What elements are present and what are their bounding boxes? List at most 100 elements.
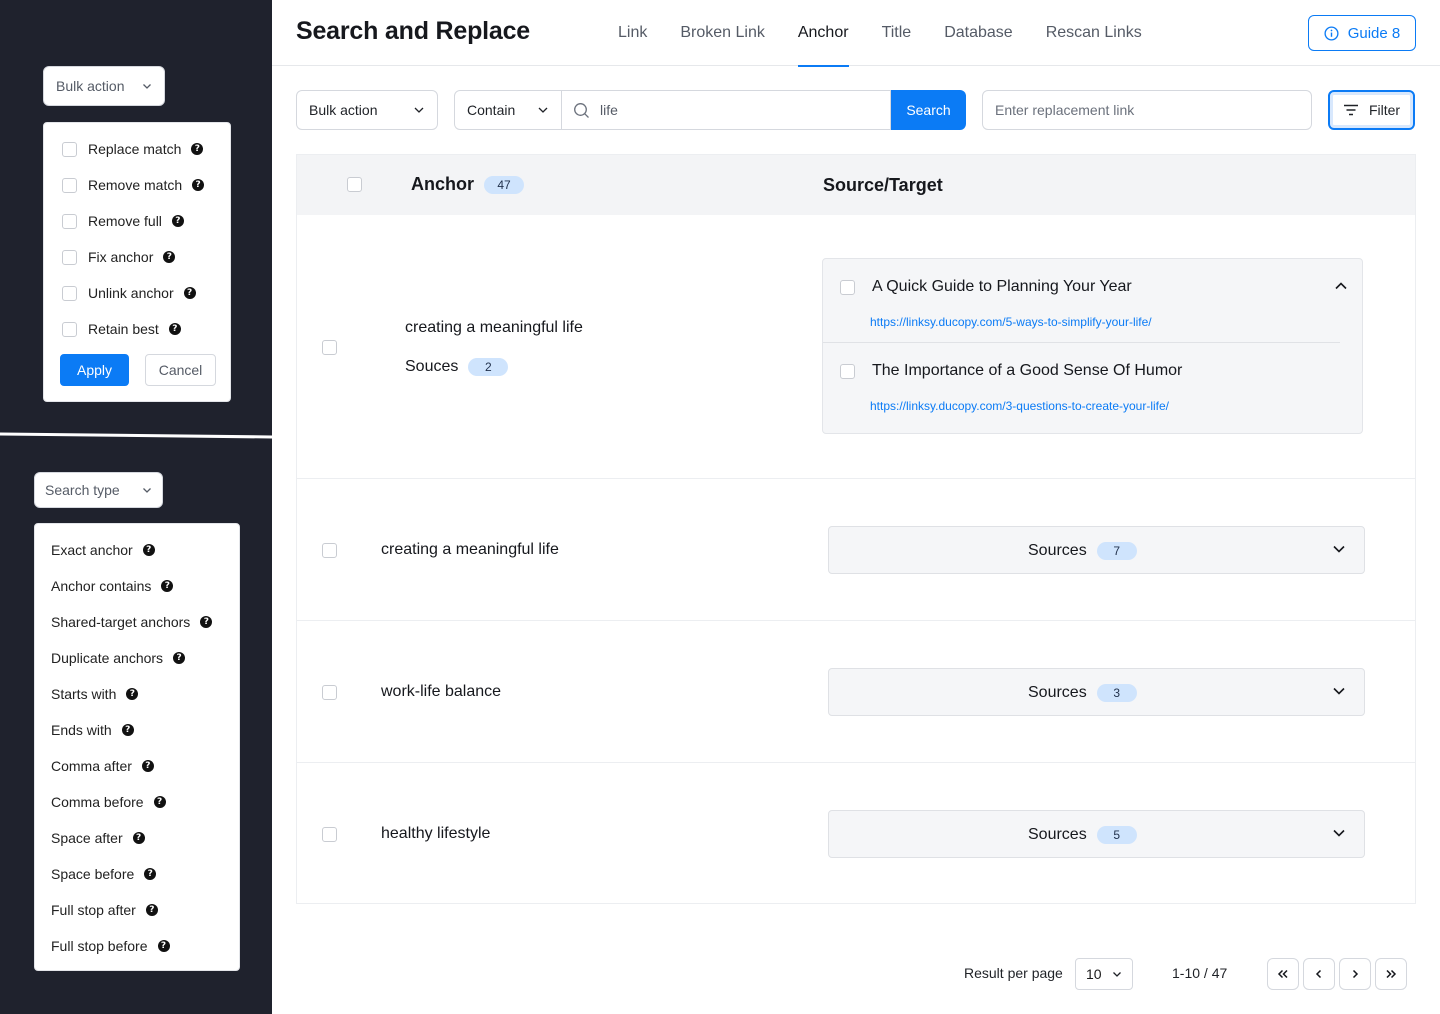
- bulk-option[interactable]: Remove match?: [62, 167, 205, 203]
- search-type-option[interactable]: Anchor contains?: [51, 568, 212, 604]
- option-checkbox[interactable]: [62, 249, 77, 265]
- row-checkbox[interactable]: [322, 685, 337, 700]
- option-label: Anchor contains: [51, 578, 152, 594]
- tab-link[interactable]: Link: [618, 0, 647, 66]
- search-type-option[interactable]: Comma after?: [51, 748, 212, 784]
- help-icon[interactable]: ?: [142, 544, 155, 556]
- replacement-link-input[interactable]: [982, 90, 1312, 130]
- search-type-option[interactable]: Exact anchor?: [51, 532, 212, 568]
- source-url[interactable]: https://linksy.ducopy.com/5-ways-to-simp…: [870, 315, 1152, 329]
- source-title[interactable]: A Quick Guide to Planning Your Year: [872, 278, 1132, 296]
- row-checkbox[interactable]: [322, 827, 337, 842]
- per-page-select[interactable]: 10: [1075, 958, 1133, 990]
- search-icon: [574, 102, 589, 118]
- sources-dropdown[interactable]: Sources 7: [828, 526, 1365, 574]
- search-type-option[interactable]: Full stop before?: [51, 928, 212, 964]
- bulk-option[interactable]: Fix anchor?: [62, 239, 204, 275]
- match-mode-dropdown[interactable]: Contain: [454, 90, 562, 130]
- option-checkbox[interactable]: [62, 285, 77, 301]
- source-title[interactable]: The Importance of a Good Sense Of Humor: [872, 362, 1182, 380]
- search-type-option[interactable]: Starts with?: [51, 676, 212, 712]
- help-icon[interactable]: ?: [171, 215, 184, 227]
- source-checkbox[interactable]: [840, 364, 855, 379]
- help-icon[interactable]: ?: [192, 179, 205, 191]
- option-label: Shared-target anchors: [51, 614, 191, 630]
- search-button[interactable]: Search: [891, 90, 966, 130]
- tab-title[interactable]: Title: [882, 0, 912, 66]
- chevron-up-icon[interactable]: [1334, 281, 1348, 291]
- option-checkbox[interactable]: [62, 177, 77, 193]
- help-icon[interactable]: ?: [161, 580, 174, 592]
- help-icon[interactable]: ?: [121, 724, 134, 736]
- sources-dropdown[interactable]: Sources 3: [828, 668, 1365, 716]
- help-icon[interactable]: ?: [191, 143, 204, 155]
- bulk-option[interactable]: Replace match?: [62, 131, 204, 167]
- help-icon[interactable]: ?: [145, 904, 158, 916]
- row-checkbox[interactable]: [322, 543, 337, 558]
- main-content: Search and Replace Link Broken Link Anch…: [272, 0, 1440, 1014]
- help-icon[interactable]: ?: [200, 616, 213, 628]
- sources-dropdown[interactable]: Sources 5: [828, 810, 1365, 858]
- tab-database[interactable]: Database: [944, 0, 1013, 66]
- search-input[interactable]: [600, 102, 860, 118]
- option-label: Starts with: [51, 686, 117, 702]
- search-type-option[interactable]: Ends with?: [51, 712, 212, 748]
- search-type-option[interactable]: Full stop after?: [51, 892, 212, 928]
- option-label: Space before: [51, 866, 135, 882]
- bulk-action-dropdown-label: Bulk action: [309, 102, 378, 118]
- help-icon[interactable]: ?: [132, 832, 145, 844]
- source-url[interactable]: https://linksy.ducopy.com/3-questions-to…: [870, 399, 1169, 413]
- apply-button[interactable]: Apply: [60, 354, 129, 386]
- tab-anchor[interactable]: Anchor: [797, 0, 849, 67]
- select-all-checkbox[interactable]: [347, 177, 362, 192]
- table-row: creating a meaningful life Sources 7: [297, 478, 1415, 620]
- help-icon[interactable]: ?: [168, 323, 181, 335]
- help-icon[interactable]: ?: [157, 940, 170, 952]
- bulk-action-select[interactable]: Bulk action: [43, 66, 165, 106]
- row-checkbox[interactable]: [322, 340, 337, 355]
- info-icon: [1324, 25, 1339, 41]
- bulk-option[interactable]: Retain best?: [62, 311, 204, 347]
- source-checkbox[interactable]: [840, 280, 855, 295]
- option-checkbox[interactable]: [62, 321, 77, 337]
- help-icon[interactable]: ?: [126, 688, 139, 700]
- help-icon[interactable]: ?: [153, 796, 166, 808]
- bulk-action-select-label: Bulk action: [56, 78, 125, 94]
- bulk-option[interactable]: Remove full?: [62, 203, 204, 239]
- help-icon[interactable]: ?: [173, 652, 186, 664]
- last-page-button[interactable]: [1375, 958, 1407, 990]
- option-label: Duplicate anchors: [51, 650, 164, 666]
- first-page-button[interactable]: [1267, 958, 1299, 990]
- search-type-option[interactable]: Shared-target anchors?: [51, 604, 213, 640]
- search-type-select-label: Search type: [45, 482, 120, 498]
- bulk-option[interactable]: Unlink anchor?: [62, 275, 204, 311]
- help-icon[interactable]: ?: [141, 760, 154, 772]
- option-label: Remove match: [88, 177, 183, 193]
- anchor-column-header: Anchor 47: [411, 174, 524, 195]
- cancel-button[interactable]: Cancel: [145, 354, 216, 386]
- anchor-count-badge: 47: [484, 175, 524, 194]
- prev-page-button[interactable]: [1303, 958, 1335, 990]
- option-checkbox[interactable]: [62, 213, 77, 229]
- option-checkbox[interactable]: [62, 141, 77, 157]
- guide-button[interactable]: Guide 8: [1308, 15, 1416, 51]
- search-type-option[interactable]: Comma before?: [51, 784, 212, 820]
- sources-count-badge: 5: [1096, 826, 1137, 844]
- tab-rescan-links[interactable]: Rescan Links: [1046, 0, 1142, 66]
- next-page-button[interactable]: [1339, 958, 1371, 990]
- option-label: Exact anchor: [51, 542, 133, 558]
- tab-broken-link[interactable]: Broken Link: [680, 0, 765, 66]
- help-icon[interactable]: ?: [144, 868, 157, 880]
- filter-button[interactable]: Filter: [1328, 90, 1415, 130]
- chevron-down-icon: [143, 488, 151, 493]
- chevron-down-icon: [414, 107, 424, 113]
- help-icon[interactable]: ?: [163, 251, 176, 263]
- help-icon[interactable]: ?: [183, 287, 196, 299]
- search-type-select[interactable]: Search type: [34, 472, 163, 508]
- search-type-option[interactable]: Space before?: [51, 856, 212, 892]
- sources-count-badge: 3: [1096, 684, 1137, 702]
- search-type-option[interactable]: Duplicate anchors?: [51, 640, 212, 676]
- bulk-action-menu: Replace match? Remove match? Remove full…: [43, 122, 231, 402]
- bulk-action-dropdown[interactable]: Bulk action: [296, 90, 438, 130]
- search-type-option[interactable]: Space after?: [51, 820, 212, 856]
